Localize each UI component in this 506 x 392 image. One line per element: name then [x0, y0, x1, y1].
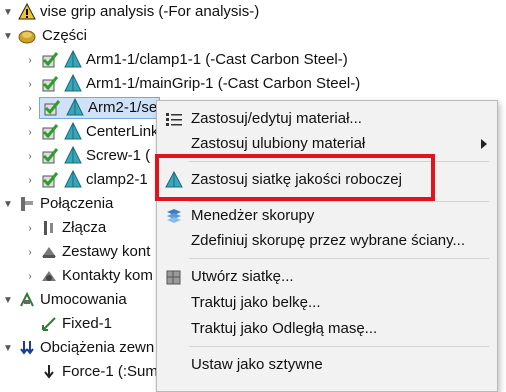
selection-highlight[interactable]: Arm2-1/se [38, 97, 161, 119]
contact-set-icon [40, 243, 58, 261]
check-part-icon [42, 98, 62, 118]
menu-item-apply-edit-material[interactable]: Zastosuj/edytuj materiał... [157, 106, 497, 132]
tree-part-item[interactable]: › Screw-1 ( [24, 144, 150, 168]
connector-icon [40, 219, 58, 237]
menu-item-label: Zastosuj/edytuj materiał... [191, 110, 362, 127]
create-mesh-icon [165, 268, 183, 286]
tree-part-item[interactable]: › clamp2-1 [24, 168, 148, 192]
check-part-icon [40, 146, 60, 166]
menu-item-label: Zdefiniuj skorupę przez wybrane ściany..… [191, 232, 466, 249]
chevron-down-icon[interactable]: ▼ [2, 199, 14, 210]
tree-parts-label: Części [42, 27, 88, 44]
chevron-right-icon[interactable]: › [24, 175, 36, 186]
menu-item-treat-as-remote-mass[interactable]: Traktuj jako Odległą masę... [157, 316, 497, 342]
menu-separator [189, 201, 489, 202]
chevron-down-icon[interactable]: ▼ [2, 7, 14, 18]
tree-fixtures-label: Umocowania [40, 291, 127, 308]
menu-item-treat-as-beam[interactable]: Traktuj jako belkę... [157, 290, 497, 316]
tree-connection-label: Kontakty kom [62, 267, 153, 284]
material-list-icon [165, 110, 183, 128]
part-body-icon [66, 97, 84, 118]
menu-item-define-shell-by-faces[interactable]: Zdefiniuj skorupę przez wybrane ściany..… [157, 228, 497, 254]
part-body-icon [64, 145, 82, 166]
chevron-down-icon[interactable]: ▼ [2, 343, 14, 354]
tree-loads-folder[interactable]: ▼ Obciążenia zewn [2, 336, 154, 360]
context-menu: Zastosuj/edytuj materiał... Zastosuj ulu… [156, 100, 498, 392]
tree-connection-label: Złącza [62, 219, 107, 236]
tree-part-item[interactable]: › Arm1-1/clamp1-1 (-Cast Carbon Steel-) [24, 48, 348, 72]
menu-separator [189, 346, 489, 347]
shell-layers-icon [165, 207, 183, 225]
chevron-right-icon[interactable]: › [24, 79, 36, 90]
tree-loads-label: Obciążenia zewn [40, 339, 155, 356]
tree-load-label: Force-1 (:Sum [62, 363, 158, 380]
menu-item-label: Menedżer skorupy [191, 207, 315, 224]
menu-item-label: Traktuj jako Odległą masę... [191, 320, 378, 337]
tree-part-label: Arm1-1/mainGrip-1 (-Cast Carbon Steel-) [86, 75, 361, 92]
chevron-down-icon[interactable]: ▼ [2, 31, 14, 42]
check-part-icon [40, 50, 60, 70]
fixtures-icon [18, 291, 36, 309]
menu-item-make-rigid[interactable]: Ustaw jako sztywne [157, 352, 497, 378]
part-body-icon [64, 169, 82, 190]
submenu-arrow-icon [481, 139, 487, 149]
tree-connections-label: Połączenia [40, 195, 114, 212]
menu-item-label: Utwórz siatkę... [191, 268, 294, 285]
tree-root-row[interactable]: ▼ vise grip analysis (-For analysis-) [2, 0, 259, 24]
external-loads-icon [18, 339, 36, 357]
menu-separator [189, 258, 489, 259]
chevron-right-icon[interactable]: › [24, 103, 36, 114]
parts-folder-icon [18, 27, 38, 45]
tree-connections-folder[interactable]: ▼ Połączenia [2, 192, 113, 216]
annotation-highlight-box [155, 154, 435, 201]
warning-icon [18, 2, 36, 21]
check-part-icon [40, 122, 60, 142]
tree-connection-item[interactable]: › Złącza [24, 216, 106, 240]
check-part-icon [40, 74, 60, 94]
menu-item-create-mesh[interactable]: Utwórz siatkę... [157, 264, 497, 290]
chevron-down-icon[interactable]: ▼ [2, 295, 14, 306]
tree-part-label: Arm2-1/se [88, 99, 158, 116]
chevron-right-icon[interactable]: › [24, 271, 36, 282]
connections-icon [18, 195, 36, 213]
tree-connection-item[interactable]: › Zestawy kont [24, 240, 150, 264]
menu-item-shell-manager[interactable]: Menedżer skorupy [157, 203, 497, 229]
menu-item-label: Ustaw jako sztywne [191, 356, 323, 373]
tree-connection-item[interactable]: › Kontakty kom [24, 264, 153, 288]
chevron-right-icon[interactable]: › [24, 127, 36, 138]
tree-part-label: Arm1-1/clamp1-1 (-Cast Carbon Steel-) [86, 51, 348, 68]
tree-part-label: CenterLink [86, 123, 159, 140]
check-part-icon [40, 170, 60, 190]
tree-parts-folder[interactable]: ▼ Części [2, 24, 87, 48]
chevron-right-icon[interactable]: › [24, 151, 36, 162]
tree-fixture-item[interactable]: Fixed-1 [40, 312, 112, 336]
tree-load-item[interactable]: Force-1 (:Sum [40, 360, 158, 384]
chevron-right-icon[interactable]: › [24, 55, 36, 66]
tree-part-label: Screw-1 ( [86, 147, 151, 164]
part-body-icon [64, 121, 82, 142]
tree-part-item[interactable]: › CenterLink [24, 120, 159, 144]
chevron-right-icon[interactable]: › [24, 223, 36, 234]
part-body-icon [64, 49, 82, 70]
force-arrow-icon [40, 363, 58, 381]
tree-connection-label: Zestawy kont [62, 243, 151, 260]
tree-fixtures-folder[interactable]: ▼ Umocowania [2, 288, 127, 312]
tree-part-label: clamp2-1 [86, 171, 148, 188]
tree-fixture-label: Fixed-1 [62, 315, 113, 332]
tree-part-item[interactable]: › Arm1-1/mainGrip-1 (-Cast Carbon Steel-… [24, 72, 360, 96]
menu-item-label: Traktuj jako belkę... [191, 294, 321, 311]
tree-root-label: vise grip analysis (-For analysis-) [40, 3, 260, 20]
component-contact-icon [40, 267, 58, 285]
chevron-right-icon[interactable]: › [24, 247, 36, 258]
tree-part-item-selected[interactable]: › Arm2-1/se [24, 96, 161, 120]
fixed-geometry-icon [40, 315, 58, 333]
part-body-icon [64, 73, 82, 94]
